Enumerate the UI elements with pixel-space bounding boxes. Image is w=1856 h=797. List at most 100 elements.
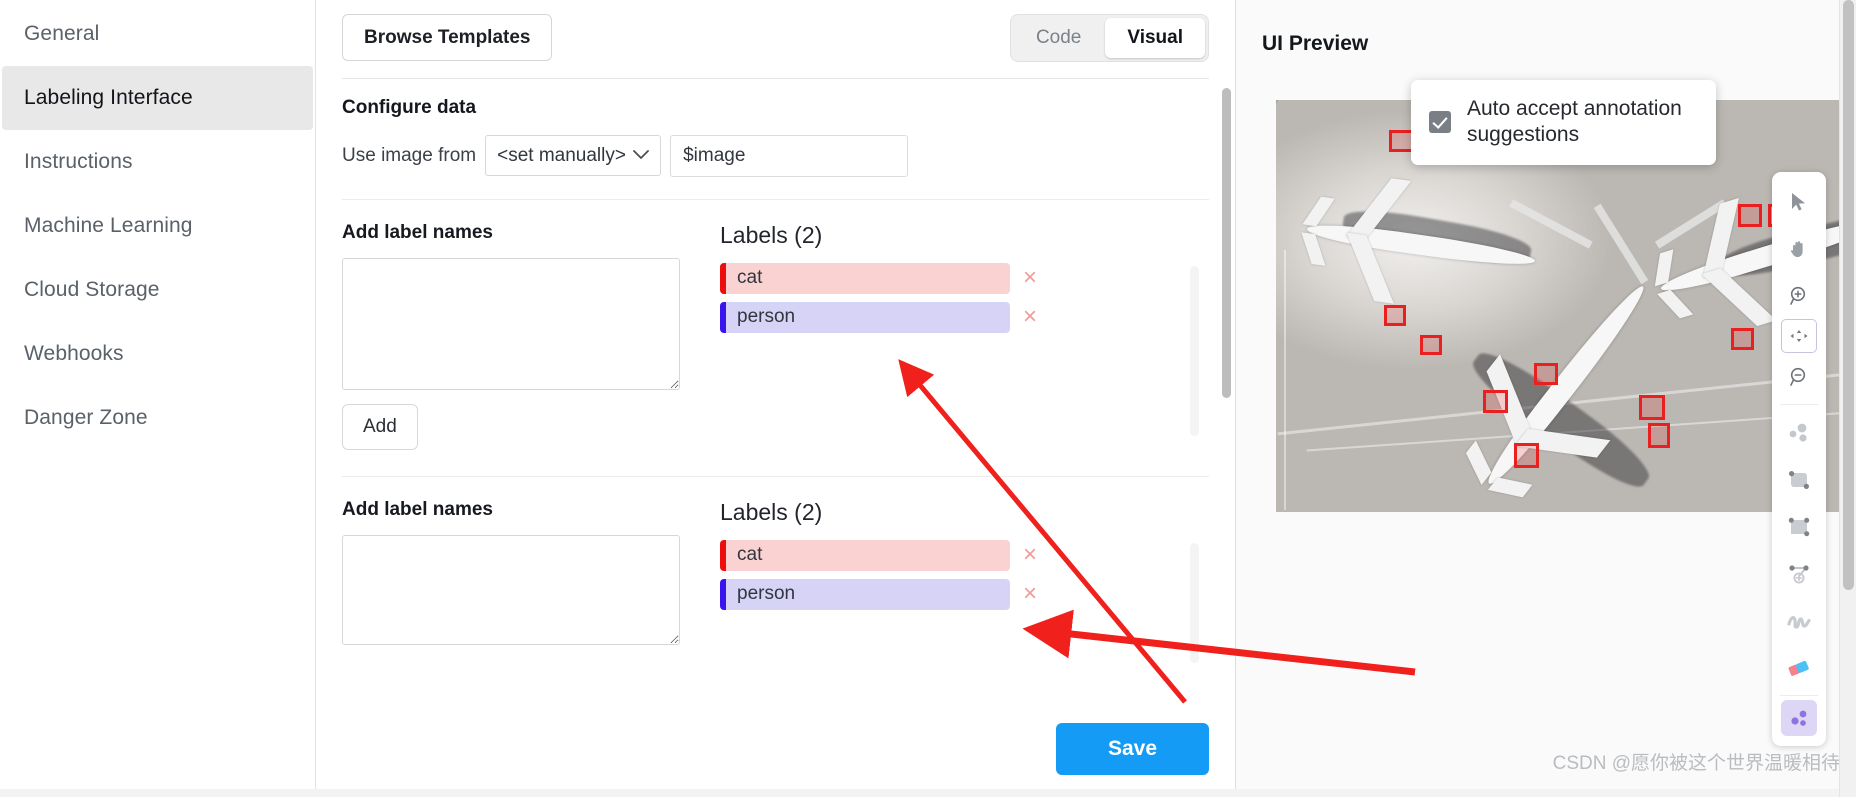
toolbar-divider xyxy=(1780,695,1818,696)
auto-accept-label: Auto accept annotation suggestions xyxy=(1467,97,1682,147)
sidebar-item-machine-learning[interactable]: Machine Learning xyxy=(2,194,313,258)
auto-accept-tooltip: Auto accept annotation suggestions xyxy=(1411,80,1716,165)
rectangle-icon[interactable] xyxy=(1772,456,1826,503)
editor-footer: Save xyxy=(342,723,1209,775)
editor-scroll-thumb[interactable] xyxy=(1222,88,1231,398)
labels-column: Labels (2) cat × person × xyxy=(720,222,1209,450)
sidebar-item-danger-zone[interactable]: Danger Zone xyxy=(2,386,313,450)
configure-data-title: Configure data xyxy=(342,96,477,118)
annotation-box[interactable] xyxy=(1738,204,1762,227)
hand-icon[interactable] xyxy=(1772,225,1826,272)
add-label-names-textarea[interactable] xyxy=(342,257,680,390)
add-label-column: Add label names xyxy=(342,499,680,645)
sidebar-item-webhooks[interactable]: Webhooks xyxy=(2,322,313,386)
image-variable-input[interactable] xyxy=(670,134,909,177)
label-name: cat xyxy=(737,267,763,289)
page-scroll-thumb[interactable] xyxy=(1843,0,1854,590)
add-label-button[interactable]: Add xyxy=(342,403,418,450)
label-row: person × xyxy=(720,578,1040,610)
annotation-box[interactable] xyxy=(1534,363,1558,385)
page-vertical-scrollbar[interactable] xyxy=(1839,0,1856,797)
editor-mode-toggle: Code Visual xyxy=(1009,14,1209,62)
annotation-box[interactable] xyxy=(1420,335,1442,355)
sidebar-item-label: Labeling Interface xyxy=(24,86,193,109)
remove-label-person-button[interactable]: × xyxy=(1020,305,1040,329)
labels-heading: Labels (2) xyxy=(720,498,823,525)
labels-scroll-track[interactable] xyxy=(1190,265,1199,436)
image-source-select[interactable]: <set manually> xyxy=(485,135,662,177)
use-image-from-label: Use image from xyxy=(342,144,477,166)
remove-label-cat-button[interactable]: × xyxy=(1020,266,1040,290)
magic-wand-icon[interactable] xyxy=(1781,700,1817,736)
tailplane xyxy=(1301,232,1326,266)
brush-icon[interactable] xyxy=(1772,597,1826,644)
keypoints-icon[interactable] xyxy=(1772,409,1826,456)
ui-preview-title: UI Preview xyxy=(1262,32,1369,55)
add-point-icon[interactable] xyxy=(1772,550,1826,597)
apron-edge-line xyxy=(1284,250,1286,510)
annotation-box[interactable] xyxy=(1384,305,1406,326)
browse-templates-button[interactable]: Browse Templates xyxy=(342,14,553,62)
cursor-icon[interactable] xyxy=(1772,178,1826,225)
image-source-select-wrap: <set manually> xyxy=(485,135,662,177)
editor-topbar: Browse Templates Code Visual xyxy=(342,0,1209,78)
toolbar-divider xyxy=(1780,404,1818,405)
add-label-names-title: Add label names xyxy=(342,498,493,520)
sidebar-item-instructions[interactable]: Instructions xyxy=(2,130,313,194)
polygon-icon[interactable] xyxy=(1772,503,1826,550)
labeling-config-editor: Browse Templates Code Visual Configure d… xyxy=(316,0,1236,797)
watermark-text: CSDN @愿你被这个世界温暖相待 xyxy=(1552,753,1840,774)
tab-visual[interactable]: Visual xyxy=(1105,18,1205,58)
fit-to-screen-icon[interactable] xyxy=(1781,319,1817,353)
auto-accept-checkbox[interactable] xyxy=(1429,111,1451,134)
save-button[interactable]: Save xyxy=(1055,723,1209,775)
sidebar-item-label: Danger Zone xyxy=(24,406,148,429)
sidebar-item-general[interactable]: General xyxy=(2,2,313,66)
label-row: person × xyxy=(720,301,1040,333)
annotation-box[interactable] xyxy=(1483,390,1508,413)
add-label-column: Add label names Add xyxy=(342,222,680,450)
sidebar-item-label: General xyxy=(24,22,100,45)
settings-sidebar: General Labeling Interface Instructions … xyxy=(0,0,316,797)
preview-canvas-wrap: Auto accept annotation suggestions xyxy=(1276,80,1856,512)
tailplane xyxy=(1302,196,1335,227)
page-horizontal-scrollbar[interactable] xyxy=(0,789,1856,797)
add-label-names-textarea[interactable] xyxy=(342,534,680,645)
ui-preview-panel: UI Preview Auto accept annotation sugges… xyxy=(1236,0,1856,797)
label-chip-cat[interactable]: cat xyxy=(720,262,1010,294)
tab-code[interactable]: Code xyxy=(1014,18,1103,58)
remove-label-person-button[interactable]: × xyxy=(1020,582,1040,606)
add-label-names-title: Add label names xyxy=(342,221,493,243)
annotation-toolbar xyxy=(1772,172,1826,746)
tailplane xyxy=(1487,477,1533,498)
fuselage xyxy=(1305,219,1537,271)
wing xyxy=(1701,268,1777,327)
annotation-box[interactable] xyxy=(1514,443,1539,468)
sidebar-item-labeling-interface[interactable]: Labeling Interface xyxy=(2,66,313,130)
sidebar-item-label: Webhooks xyxy=(24,342,124,365)
label-section-2: Add label names Labels (2) cat × person … xyxy=(342,477,1209,663)
label-chip-person[interactable]: person xyxy=(720,301,1010,333)
configure-data-section: Configure data Use image from <set manua… xyxy=(342,79,1209,177)
label-row: cat × xyxy=(720,539,1040,571)
label-name: person xyxy=(737,583,796,605)
label-chip-cat[interactable]: cat xyxy=(720,539,1010,571)
annotation-box[interactable] xyxy=(1639,395,1665,420)
labels-scroll-track[interactable] xyxy=(1190,542,1199,663)
labels-list: cat × person × xyxy=(720,539,1040,610)
label-row: cat × xyxy=(720,262,1040,294)
zoom-out-icon[interactable] xyxy=(1772,353,1826,400)
annotation-box[interactable] xyxy=(1648,423,1670,448)
labeling-interface-settings-page: General Labeling Interface Instructions … xyxy=(0,0,1856,797)
labels-list: cat × person × xyxy=(720,262,1040,333)
zoom-in-icon[interactable] xyxy=(1772,272,1826,319)
label-section-1: Add label names Add Labels (2) cat × per… xyxy=(342,200,1209,450)
use-image-from-row: Use image from <set manually> xyxy=(342,134,1209,177)
labels-heading: Labels (2) xyxy=(720,221,823,248)
remove-label-cat-button[interactable]: × xyxy=(1020,543,1040,567)
eraser-icon[interactable] xyxy=(1772,644,1826,691)
sidebar-item-cloud-storage[interactable]: Cloud Storage xyxy=(2,258,313,322)
annotation-box[interactable] xyxy=(1731,328,1754,350)
labels-column: Labels (2) cat × person × xyxy=(720,498,1209,663)
label-chip-person[interactable]: person xyxy=(720,578,1010,610)
